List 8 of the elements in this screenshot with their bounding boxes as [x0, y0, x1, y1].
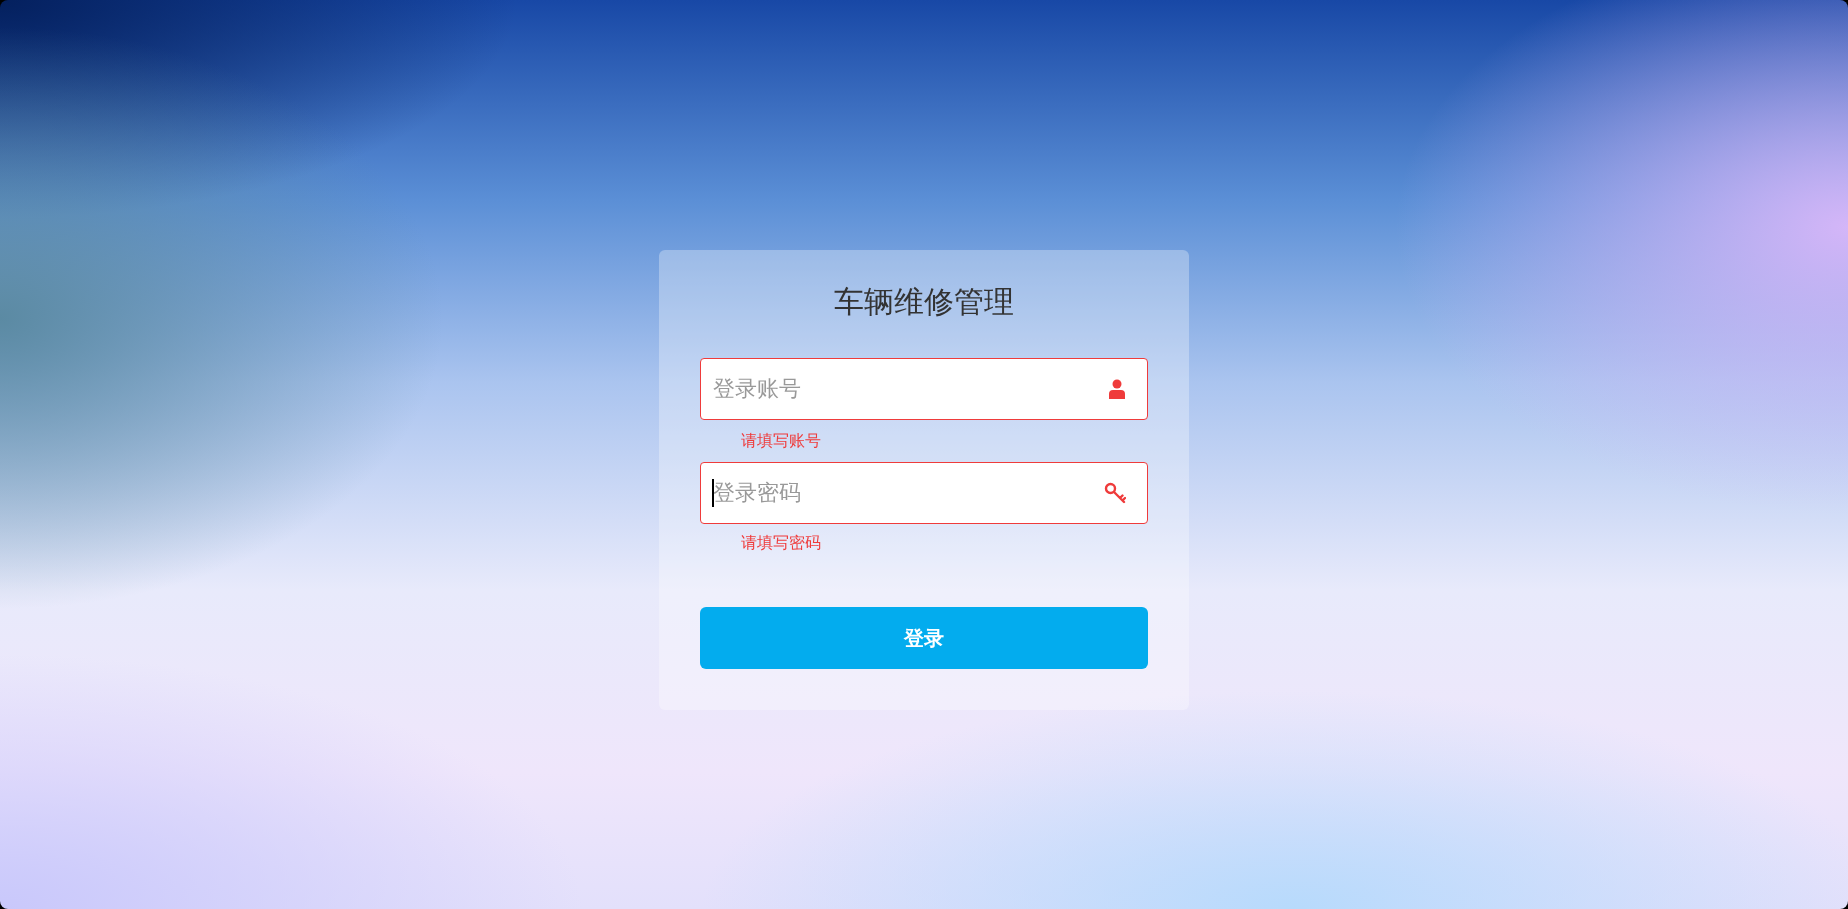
input-field[interactable]: 登录账号: [700, 358, 1148, 420]
input-field[interactable]: 登录密码: [700, 462, 1148, 524]
error-message: 请填写账号: [741, 431, 821, 451]
error-message: 请填写密码: [741, 533, 821, 553]
login-title: 车辆维修管理: [833, 284, 1015, 320]
user-icon: [1108, 379, 1126, 399]
login-button[interactable]: 登录: [700, 607, 1148, 669]
key-icon: [1104, 482, 1126, 504]
